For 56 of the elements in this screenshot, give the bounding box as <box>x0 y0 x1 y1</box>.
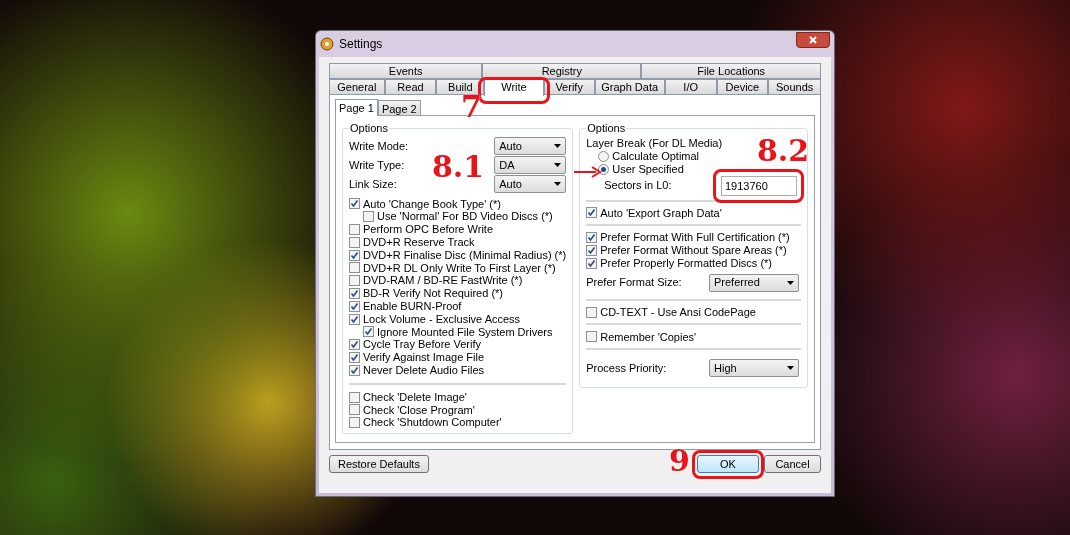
radio-label: User Specified <box>612 162 684 177</box>
checkbox-label: Auto 'Change Book Type' (*) <box>363 196 501 212</box>
tab[interactable]: Registry <box>482 63 642 79</box>
checkbox-label: Use 'Normal' For BD Video Discs (*) <box>377 210 553 225</box>
step-number: 8.1 <box>432 152 485 182</box>
checkbox-label: Prefer Properly Formatted Discs (*) <box>600 256 772 272</box>
step-number: 7 <box>461 92 482 122</box>
field-label: Link Size: <box>349 176 397 192</box>
tab[interactable]: File Locations <box>641 63 821 79</box>
tab[interactable]: General <box>329 79 385 95</box>
dropdown[interactable]: DA <box>494 156 567 174</box>
checkbox-label: BD-R Verify Not Required (*) <box>363 286 503 302</box>
checkbox-label: Check 'Shutdown Computer' <box>363 416 502 431</box>
checkbox-label: Perform OPC Before Write <box>363 222 493 238</box>
field-label: Prefer Format Size: <box>586 275 682 291</box>
field-label: Write Type: <box>349 157 405 173</box>
field-label: Sectors in L0: <box>604 178 672 194</box>
dropdown[interactable]: Preferred <box>709 273 799 292</box>
dialog-button[interactable]: Restore Defaults <box>329 455 429 473</box>
tab[interactable]: Graph Data <box>594 79 665 95</box>
dialog-button[interactable]: OK <box>697 455 759 473</box>
step-number: 9 <box>669 446 690 476</box>
checkbox-label: Auto 'Export Graph Data' <box>600 205 722 221</box>
field-label: Process Priority: <box>586 361 667 377</box>
tab[interactable]: I/O <box>664 79 717 95</box>
checkbox-label: Check 'Close Program' <box>363 403 475 418</box>
checkbox-label: Check 'Delete Image' <box>363 389 467 405</box>
tab[interactable]: Build <box>436 79 485 95</box>
checkbox-label: DVD+R DL Only Write To First Layer (*) <box>363 261 556 276</box>
tab[interactable]: Verify <box>543 79 595 95</box>
tab[interactable]: Read <box>384 79 437 95</box>
tab[interactable]: Sounds <box>768 79 821 95</box>
checkbox-label: CD-TEXT - Use Ansi CodePage <box>600 304 756 320</box>
group-title: Options <box>586 121 627 136</box>
window-title: Settings <box>339 36 383 53</box>
checkbox-label: Ignore Mounted File System Drivers <box>377 324 553 340</box>
radio-label: Calculate Optimal <box>612 149 700 164</box>
tab[interactable]: Device <box>716 79 769 95</box>
checkbox-label: Prefer Format With Full Certification (*) <box>600 230 790 246</box>
field-label: Write Mode: <box>349 138 409 154</box>
checkbox-label: Never Delete Audio Files <box>363 363 485 378</box>
subtab[interactable]: Page 1 <box>335 99 378 116</box>
checkbox-label: Remember 'Copies' <box>600 329 697 345</box>
dialog-button[interactable]: Cancel <box>764 455 821 473</box>
dropdown[interactable]: Auto <box>494 137 567 155</box>
group-title: Options <box>349 121 389 136</box>
checkbox-label: Cycle Tray Before Verify <box>363 338 481 353</box>
tab[interactable]: Events <box>329 63 483 79</box>
dropdown[interactable]: High <box>709 359 799 378</box>
dropdown[interactable]: Auto <box>494 175 567 193</box>
step-number: 8.2 <box>757 136 810 166</box>
subtab[interactable]: Page 2 <box>377 100 421 115</box>
sectors-input[interactable]: 1913760 <box>721 175 797 196</box>
checkbox-label: Verify Against Image File <box>363 350 485 366</box>
checkbox-label: DVD-RAM / BD-RE FastWrite (*) <box>363 274 523 289</box>
checkbox-label: Prefer Format Without Spare Areas (*) <box>600 243 787 259</box>
